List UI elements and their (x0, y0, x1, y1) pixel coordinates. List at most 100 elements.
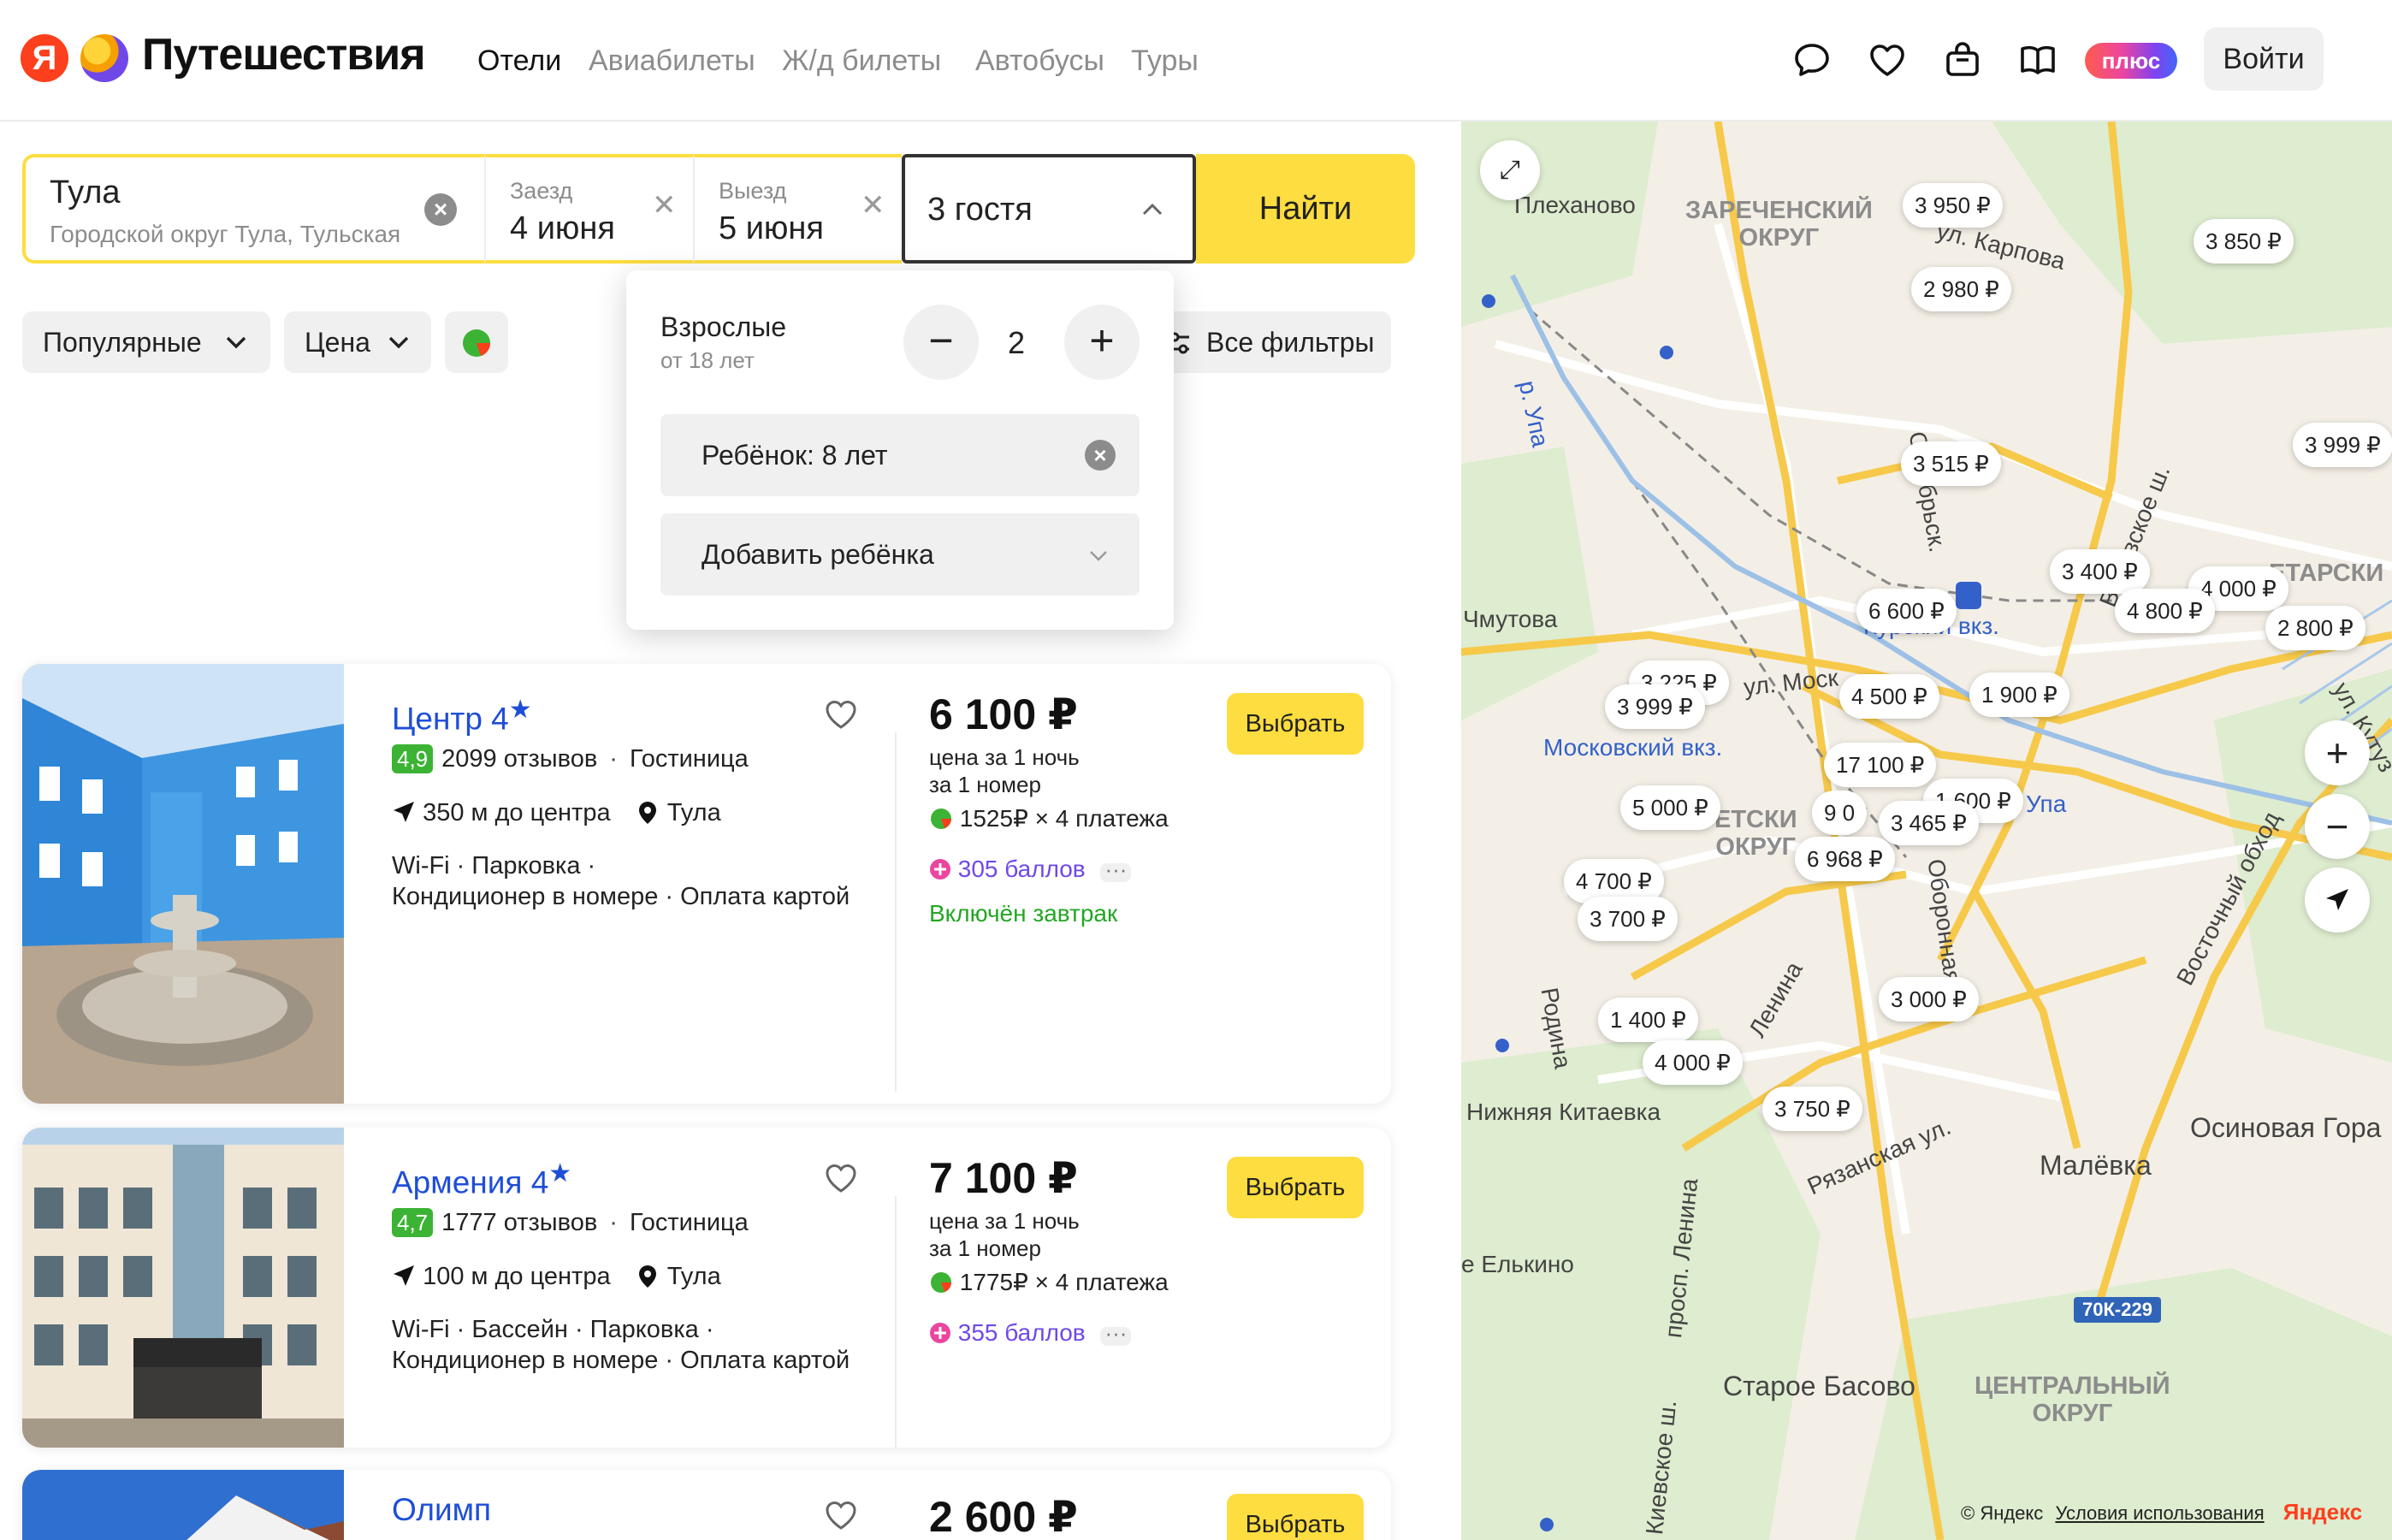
select-button[interactable]: Выбрать (1227, 1157, 1364, 1218)
favorite-heart-icon[interactable] (821, 1496, 861, 1535)
chat-icon[interactable] (1791, 39, 1832, 80)
trips-bag-icon[interactable] (1942, 39, 1983, 80)
price-pin[interactable]: 3 515 ₽ (1901, 441, 2001, 486)
child-row[interactable]: Ребёнок: 8 лет × (660, 414, 1140, 496)
price-pin[interactable]: 4 000 ₽ (1643, 1040, 1743, 1085)
price-pin[interactable]: 9 0 (1812, 791, 1868, 835)
map-label: ЕТСКИ ОКРУГ (1714, 806, 1797, 861)
favorite-heart-icon[interactable] (821, 695, 861, 734)
price-pin[interactable]: 1 900 ₽ (1969, 672, 2069, 717)
price-pin[interactable]: 3 465 ₽ (1879, 801, 1979, 845)
price-pin[interactable]: 3 000 ₽ (1879, 977, 1979, 1022)
price-pin[interactable]: 3 999 ₽ (2293, 423, 2392, 467)
bonus-row[interactable]: 355 баллов ··· (929, 1319, 1132, 1347)
hotel-photo[interactable] (22, 664, 344, 1104)
locate-arrow-icon (2326, 889, 2348, 910)
checkout-field[interactable]: Выезд 5 июня ✕ (693, 154, 902, 264)
price-pin[interactable]: 2 980 ₽ (1911, 267, 2011, 311)
sort-select[interactable]: Популярные (22, 311, 270, 373)
brand-title[interactable]: Путешествия (142, 29, 426, 80)
find-button[interactable]: Найти (1196, 154, 1415, 264)
hotel-photo[interactable] (22, 1470, 344, 1540)
journal-book-icon[interactable] (2017, 39, 2058, 80)
add-child-select[interactable]: Добавить ребёнка (660, 513, 1140, 595)
price-pin[interactable]: 3 850 ₽ (2194, 219, 2294, 264)
adults-minus-button[interactable]: − (903, 305, 979, 380)
fullscreen-icon[interactable]: ⤢ (1480, 140, 1540, 200)
price-pin[interactable]: 4 500 ₽ (1839, 674, 1939, 719)
yandex-map-logo[interactable]: Яндекс (2283, 1499, 2363, 1525)
map-label: Чмутова (1463, 606, 1558, 632)
railway-station-icon (1956, 582, 1981, 609)
bonus-row[interactable]: 305 баллов ··· (929, 856, 1132, 883)
adults-plus-button[interactable]: + (1064, 305, 1140, 380)
zoom-out-button[interactable]: − (2305, 794, 2370, 859)
select-button[interactable]: Выбрать (1227, 693, 1364, 755)
hotel-name-link[interactable]: Олимп (392, 1492, 491, 1528)
travel-globe-icon[interactable] (80, 34, 128, 82)
price-pin[interactable]: 3 750 ₽ (1762, 1087, 1862, 1131)
hotel-name-link[interactable]: Центр 4★ (392, 695, 532, 737)
nav-buses[interactable]: Автобусы (975, 44, 1104, 78)
clear-checkout-icon[interactable]: ✕ (861, 188, 885, 222)
favorite-heart-icon[interactable] (821, 1158, 861, 1198)
price-filter[interactable]: Цена (284, 311, 431, 373)
rating-score: 4,7 (392, 1208, 434, 1237)
price-pin[interactable]: 17 100 ₽ (1824, 743, 1937, 787)
terms-link[interactable]: Условия использования (2055, 1502, 2264, 1524)
price-pin[interactable]: 3 700 ₽ (1578, 897, 1678, 941)
more-dots-icon[interactable]: ··· (1100, 858, 1132, 882)
split-filter[interactable] (445, 311, 508, 373)
login-button[interactable]: Войти (2204, 27, 2324, 91)
hotel-photo[interactable] (22, 1128, 344, 1448)
price-pin[interactable]: 6 600 ₽ (1856, 589, 1957, 633)
city-field[interactable]: Тула Городской округ Тула, Тульская × (22, 154, 484, 264)
remove-child-icon[interactable]: × (1085, 440, 1116, 471)
price-pin[interactable]: 3 950 ₽ (1903, 183, 2003, 228)
distance-text: 350 м до центра (423, 799, 611, 826)
split-pay-icon (931, 1272, 951, 1293)
all-filters-button[interactable]: Все фильтры (1146, 311, 1391, 373)
reviews-link[interactable]: 1777 отзывов (441, 1209, 597, 1236)
price-note-room: за 1 номер (929, 772, 1041, 797)
adults-label: Взрослые (660, 311, 787, 342)
geolocation-button[interactable] (2305, 868, 2370, 933)
hotel-card[interactable]: Олимп 2 600 ₽ Выбрать (22, 1470, 1391, 1540)
clear-city-icon[interactable]: × (424, 193, 457, 226)
chevron-up-icon[interactable] (1140, 197, 1165, 222)
price-pin[interactable]: 5 000 ₽ (1620, 785, 1720, 830)
nav-avia[interactable]: Авиабилеты (589, 44, 755, 78)
favorites-heart-icon[interactable] (1867, 39, 1908, 80)
price-note-room: за 1 номер (929, 1235, 1041, 1261)
adults-sublabel: от 18 лет (660, 347, 755, 373)
hotel-card[interactable]: Центр 4★ 4,9 2099 отзывов · Гостиница 350 м… (22, 664, 1391, 1104)
price-pin[interactable]: 4 800 ₽ (2115, 589, 2215, 633)
bonus-text: 355 баллов (957, 1319, 1086, 1346)
guests-field[interactable]: 3 гостя (902, 154, 1196, 264)
map-label: ЗАРЕЧЕНСКИЙ ОКРУГ (1685, 197, 1873, 252)
nav-trains[interactable]: Ж/д билеты (782, 44, 941, 78)
price-pin[interactable]: 3 999 ₽ (1605, 684, 1705, 729)
hotel-card[interactable]: Армения 4★ 4,7 1777 отзывов · Гостиница 100… (22, 1128, 1391, 1448)
yandex-logo[interactable]: Я (21, 34, 68, 82)
nav-hotels[interactable]: Отели (477, 44, 561, 78)
price-pin[interactable]: 1 400 ₽ (1598, 998, 1698, 1042)
checkin-field[interactable]: Заезд 4 июня ✕ (484, 154, 693, 264)
sort-label: Популярные (43, 327, 202, 358)
reviews-link[interactable]: 2099 отзывов (441, 745, 597, 773)
price-pin[interactable]: 6 968 ₽ (1795, 837, 1895, 881)
more-dots-icon[interactable]: ··· (1100, 1322, 1132, 1346)
installment-row: 1525₽ × 4 платежа (929, 804, 1169, 832)
clear-checkin-icon[interactable]: ✕ (652, 188, 677, 222)
plus-badge[interactable]: плюс (2085, 43, 2177, 79)
hotels-map[interactable]: Плеханово ЗАРЕЧЕНСКИЙ ОКРУГ ул. Карпова О… (1461, 121, 2392, 1540)
price-pin[interactable]: 2 800 ₽ (2265, 606, 2365, 650)
plus-points-icon (930, 1323, 950, 1343)
zoom-in-button[interactable]: + (2305, 720, 2370, 785)
all-filters-label: Все фильтры (1206, 327, 1375, 358)
hotel-name-link[interactable]: Армения 4★ (392, 1158, 571, 1200)
hotel-name: Центр 4 (392, 701, 509, 737)
price-pin[interactable]: 3 400 ₽ (2050, 549, 2150, 594)
select-button[interactable]: Выбрать (1227, 1494, 1364, 1540)
nav-tours[interactable]: Туры (1131, 44, 1199, 78)
